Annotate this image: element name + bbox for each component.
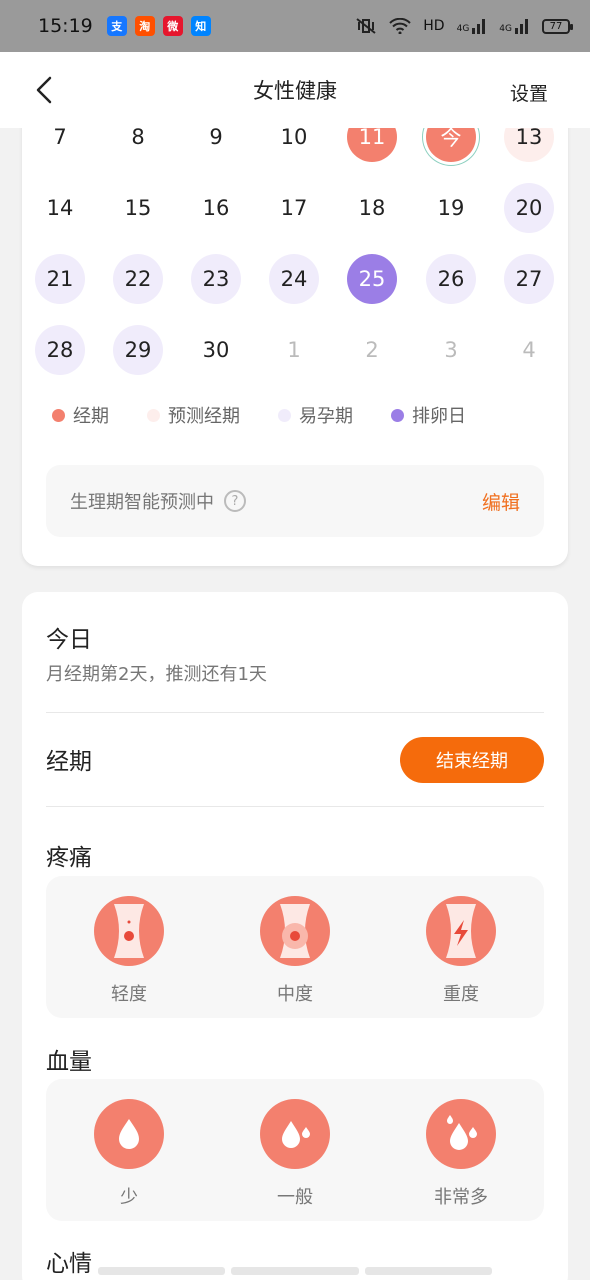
page-title: 女性健康: [253, 79, 337, 103]
option-label: 轻度: [111, 984, 147, 1005]
mood-option[interactable]: [98, 1267, 226, 1275]
today-title: 今日: [46, 627, 92, 653]
calendar-day[interactable]: 18: [347, 183, 397, 233]
status-bar: 15:19 支 淘 微 知 HD 4G 4G 77: [0, 0, 590, 52]
weibo-icon: 微: [162, 16, 183, 36]
edit-button[interactable]: 编辑: [482, 488, 520, 515]
calendar-day[interactable]: 1: [269, 325, 319, 375]
option-label: 少: [120, 1187, 138, 1208]
blood-drops-icon: [260, 1099, 330, 1169]
flow-option-light[interactable]: 少: [74, 1099, 184, 1209]
pain-option-moderate[interactable]: 中度: [240, 896, 350, 1006]
battery-icon: 77: [542, 18, 573, 34]
status-indicators: HD 4G 4G 77: [355, 18, 573, 34]
calendar-day[interactable]: 16: [191, 183, 241, 233]
divider: [46, 712, 544, 713]
calendar-day[interactable]: 27: [504, 254, 554, 304]
legend-dot: [391, 408, 404, 422]
pain-option-mild[interactable]: 轻度: [74, 896, 184, 1006]
option-label: 重度: [443, 984, 479, 1005]
calendar-day[interactable]: 21: [35, 254, 85, 304]
mild-pain-icon: [94, 896, 164, 966]
pain-options: 轻度 中度 重度: [46, 876, 544, 1018]
calendar-day[interactable]: 4: [504, 325, 554, 375]
zhihu-icon: 知: [190, 16, 211, 36]
calendar-day[interactable]: 15: [113, 183, 163, 233]
mood-options-preview: [98, 1267, 492, 1275]
pain-option-severe[interactable]: 重度: [406, 896, 516, 1006]
blood-drop-icon: [94, 1099, 164, 1169]
calendar-day[interactable]: 28: [35, 325, 85, 375]
option-label: 一般: [277, 1187, 313, 1208]
option-label: 非常多: [434, 1187, 488, 1208]
flow-option-medium[interactable]: 一般: [240, 1099, 350, 1209]
flow-label: 血量: [46, 1049, 92, 1075]
wifi-icon: [389, 18, 411, 34]
legend-item-period: 经期: [52, 402, 109, 428]
calendar-day[interactable]: 17: [269, 183, 319, 233]
legend-dot: [147, 408, 160, 422]
signal-icon: 4G: [499, 18, 530, 34]
calendar-card: 7 8 9 10 11 今 13 14 15 16 17 18 19 20 21 22 23 24 25 26 27 28…: [22, 100, 568, 566]
settings-button[interactable]: 设置: [510, 79, 548, 106]
period-label: 经期: [46, 749, 92, 775]
mood-label: 心情: [46, 1251, 92, 1277]
calendar-day[interactable]: 20: [504, 183, 554, 233]
calendar-legend: 经期 预测经期 易孕期 排卵日: [52, 402, 504, 428]
end-period-button[interactable]: 结束经期: [400, 737, 544, 783]
calendar-day[interactable]: 2: [347, 325, 397, 375]
severe-pain-icon: [426, 896, 496, 966]
hd-indicator: HD: [423, 18, 445, 34]
prediction-text: 生理期智能预测中: [70, 492, 214, 513]
calendar-day[interactable]: 26: [426, 254, 476, 304]
legend-label: 预测经期: [168, 406, 240, 427]
calendar-day[interactable]: 23: [191, 254, 241, 304]
calendar-day[interactable]: 29: [113, 325, 163, 375]
heavy-blood-drops-icon: [426, 1099, 496, 1169]
mood-option[interactable]: [231, 1267, 359, 1275]
moderate-pain-icon: [260, 896, 330, 966]
calendar-day[interactable]: 14: [35, 183, 85, 233]
legend-label: 排卵日: [412, 406, 466, 427]
taobao-icon: 淘: [134, 16, 155, 36]
legend-item-fertile: 易孕期: [278, 402, 353, 428]
divider: [46, 806, 544, 807]
calendar-day[interactable]: 3: [426, 325, 476, 375]
prediction-panel: 生理期智能预测中 ? 编辑: [46, 465, 544, 537]
help-icon[interactable]: ?: [224, 490, 246, 512]
vibrate-mute-icon: [356, 18, 376, 34]
flow-options: 少 一般 非常多: [46, 1079, 544, 1221]
calendar-day[interactable]: 19: [426, 183, 476, 233]
option-label: 中度: [277, 984, 313, 1005]
today-card: 今日 月经期第2天，推测还有1天 经期 结束经期 疼痛 轻度 中度 重度 血量 …: [22, 592, 568, 1280]
back-icon[interactable]: [34, 76, 56, 104]
legend-dot: [52, 408, 65, 422]
signal-icon: 4G: [457, 18, 488, 34]
legend-item-predicted: 预测经期: [147, 402, 240, 428]
alipay-icon: 支: [106, 16, 127, 36]
legend-label: 经期: [73, 406, 109, 427]
legend-dot: [278, 408, 291, 422]
legend-label: 易孕期: [299, 406, 353, 427]
pain-label: 疼痛: [46, 845, 92, 871]
calendar-day[interactable]: 22: [113, 254, 163, 304]
calendar-day[interactable]: 24: [269, 254, 319, 304]
flow-option-heavy[interactable]: 非常多: [406, 1099, 516, 1209]
status-time: 15:19: [38, 15, 93, 37]
legend-item-ovulation: 排卵日: [391, 402, 466, 428]
mood-option[interactable]: [364, 1267, 492, 1275]
calendar-day[interactable]: 30: [191, 325, 241, 375]
nav-header: 女性健康 设置: [0, 52, 590, 128]
today-subtitle: 月经期第2天，推测还有1天: [46, 664, 267, 685]
calendar-day[interactable]: 25: [347, 254, 397, 304]
